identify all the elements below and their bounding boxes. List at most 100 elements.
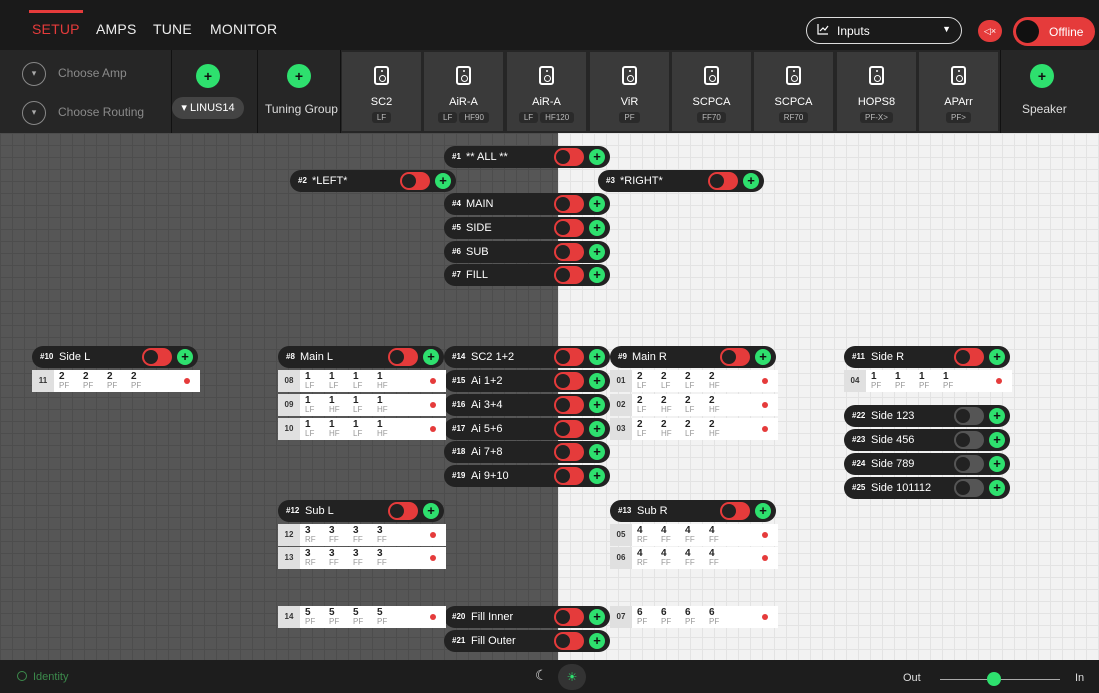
group-toggle[interactable]	[388, 502, 418, 520]
tab-amps[interactable]: AMPS	[96, 21, 136, 37]
choose-routing[interactable]: ▾ Choose Routing	[22, 101, 144, 125]
amp-card[interactable]: 09 1 LF 1 HF 1 LF 1 HF	[278, 394, 446, 416]
group-toggle[interactable]	[954, 455, 984, 473]
tab-tune[interactable]: TUNE	[153, 21, 192, 37]
tab-setup[interactable]: SETUP	[32, 21, 80, 37]
group-toggle[interactable]	[554, 348, 584, 366]
group-toggle[interactable]	[142, 348, 172, 366]
amp-card[interactable]: 14 5 PF 5 PF 5 PF 5 PF	[278, 606, 446, 628]
out-in-slider-handle[interactable]	[987, 672, 1001, 686]
add-icon[interactable]: +	[989, 456, 1005, 472]
add-icon[interactable]: +	[589, 267, 605, 283]
group-g17[interactable]: #17 Ai 5+6 +	[444, 418, 610, 440]
add-icon[interactable]: +	[589, 149, 605, 165]
add-icon[interactable]: +	[589, 196, 605, 212]
group-g13[interactable]: #13 Sub R +	[610, 500, 776, 522]
add-icon[interactable]: +	[589, 468, 605, 484]
identity-button[interactable]: Identity	[33, 671, 68, 683]
group-toggle[interactable]	[554, 243, 584, 261]
group-toggle[interactable]	[554, 467, 584, 485]
group-g14[interactable]: #14 SC2 1+2 +	[444, 346, 610, 368]
add-icon[interactable]: +	[177, 349, 193, 365]
amp-card[interactable]: 12 3 RF 3 FF 3 FF 3 FF	[278, 524, 446, 546]
group-toggle[interactable]	[554, 195, 584, 213]
group-g3[interactable]: #3 *RIGHT* +	[598, 170, 764, 192]
group-toggle[interactable]	[554, 219, 584, 237]
group-g9[interactable]: #9 Main R +	[610, 346, 776, 368]
amp-card[interactable]: 01 2 LF 2 LF 2 LF 2 HF	[610, 370, 778, 392]
add-icon[interactable]: +	[989, 349, 1005, 365]
add-icon[interactable]: +	[589, 244, 605, 260]
group-g4[interactable]: #4 MAIN +	[444, 193, 610, 215]
add-icon[interactable]: +	[589, 421, 605, 437]
offline-toggle[interactable]: Offline	[1013, 17, 1095, 46]
group-toggle[interactable]	[720, 348, 750, 366]
group-g5[interactable]: #5 SIDE +	[444, 217, 610, 239]
group-g8[interactable]: #8 Main L +	[278, 346, 444, 368]
group-toggle[interactable]	[400, 172, 430, 190]
add-amp-button[interactable]: +	[196, 64, 220, 88]
group-g18[interactable]: #18 Ai 7+8 +	[444, 441, 610, 463]
add-icon[interactable]: +	[423, 503, 439, 519]
group-toggle[interactable]	[954, 348, 984, 366]
speaker-tile[interactable]: APArr PF>	[919, 52, 998, 131]
group-g19[interactable]: #19 Ai 9+10 +	[444, 465, 610, 487]
add-icon[interactable]: +	[589, 633, 605, 649]
mute-button[interactable]: ◁×	[978, 20, 1002, 42]
speaker-tile[interactable]: AiR-A LF HF90	[424, 52, 503, 131]
group-g15[interactable]: #15 Ai 1+2 +	[444, 370, 610, 392]
amp-card[interactable]: 08 1 LF 1 LF 1 LF 1 HF	[278, 370, 446, 392]
group-toggle[interactable]	[554, 632, 584, 650]
group-toggle[interactable]	[554, 372, 584, 390]
add-icon[interactable]: +	[589, 220, 605, 236]
group-toggle[interactable]	[720, 502, 750, 520]
add-icon[interactable]: +	[755, 503, 771, 519]
add-tuning-group-button[interactable]: +	[287, 64, 311, 88]
speaker-tile[interactable]: SCPCA RF70	[754, 52, 833, 131]
group-g11[interactable]: #11 Side R +	[844, 346, 1010, 368]
moon-icon[interactable]: ☾	[535, 667, 548, 684]
amp-card[interactable]: 10 1 LF 1 HF 1 LF 1 HF	[278, 418, 446, 440]
group-g2[interactable]: #2 *LEFT* +	[290, 170, 456, 192]
speaker-tile[interactable]: SC2 LF	[342, 52, 421, 131]
group-toggle[interactable]	[554, 420, 584, 438]
tab-monitor[interactable]: MONITOR	[210, 21, 277, 37]
amp-card[interactable]: 05 4 RF 4 FF 4 FF 4 FF	[610, 524, 778, 546]
group-g1[interactable]: #1 ** ALL ** +	[444, 146, 610, 168]
add-icon[interactable]: +	[589, 444, 605, 460]
add-icon[interactable]: +	[989, 408, 1005, 424]
add-speaker-button[interactable]: +	[1030, 64, 1054, 88]
add-icon[interactable]: +	[589, 373, 605, 389]
inputs-dropdown[interactable]: Inputs ▼	[806, 17, 962, 44]
group-g10[interactable]: #10 Side L +	[32, 346, 198, 368]
group-g23[interactable]: #23 Side 456 +	[844, 429, 1010, 451]
choose-amp[interactable]: ▾ Choose Amp	[22, 62, 127, 86]
group-g12[interactable]: #12 Sub L +	[278, 500, 444, 522]
group-toggle[interactable]	[554, 396, 584, 414]
group-g22[interactable]: #22 Side 123 +	[844, 405, 1010, 427]
group-g16[interactable]: #16 Ai 3+4 +	[444, 394, 610, 416]
linus-selector[interactable]: ▾ LINUS14	[172, 97, 244, 119]
group-toggle[interactable]	[388, 348, 418, 366]
group-g25[interactable]: #25 Side 101112 +	[844, 477, 1010, 499]
amp-card[interactable]: 13 3 RF 3 FF 3 FF 3 FF	[278, 547, 446, 569]
speaker-tile[interactable]: SCPCA FF70	[672, 52, 751, 131]
group-toggle[interactable]	[954, 407, 984, 425]
group-toggle[interactable]	[954, 431, 984, 449]
speaker-tile[interactable]: ViR PF	[590, 52, 669, 131]
amp-card[interactable]: 11 2 PF 2 PF 2 PF 2 PF	[32, 370, 200, 392]
sun-icon[interactable]: ☀	[558, 664, 586, 690]
add-icon[interactable]: +	[743, 173, 759, 189]
add-icon[interactable]: +	[423, 349, 439, 365]
add-icon[interactable]: +	[435, 173, 451, 189]
group-toggle[interactable]	[954, 479, 984, 497]
add-icon[interactable]: +	[589, 349, 605, 365]
add-icon[interactable]: +	[589, 397, 605, 413]
group-toggle[interactable]	[554, 443, 584, 461]
group-toggle[interactable]	[554, 608, 584, 626]
amp-card[interactable]: 03 2 LF 2 HF 2 LF 2 HF	[610, 418, 778, 440]
speaker-tile[interactable]: HOPS8 PF-X>	[837, 52, 916, 131]
group-toggle[interactable]	[554, 148, 584, 166]
add-icon[interactable]: +	[755, 349, 771, 365]
group-g20[interactable]: #20 Fill Inner +	[444, 606, 610, 628]
